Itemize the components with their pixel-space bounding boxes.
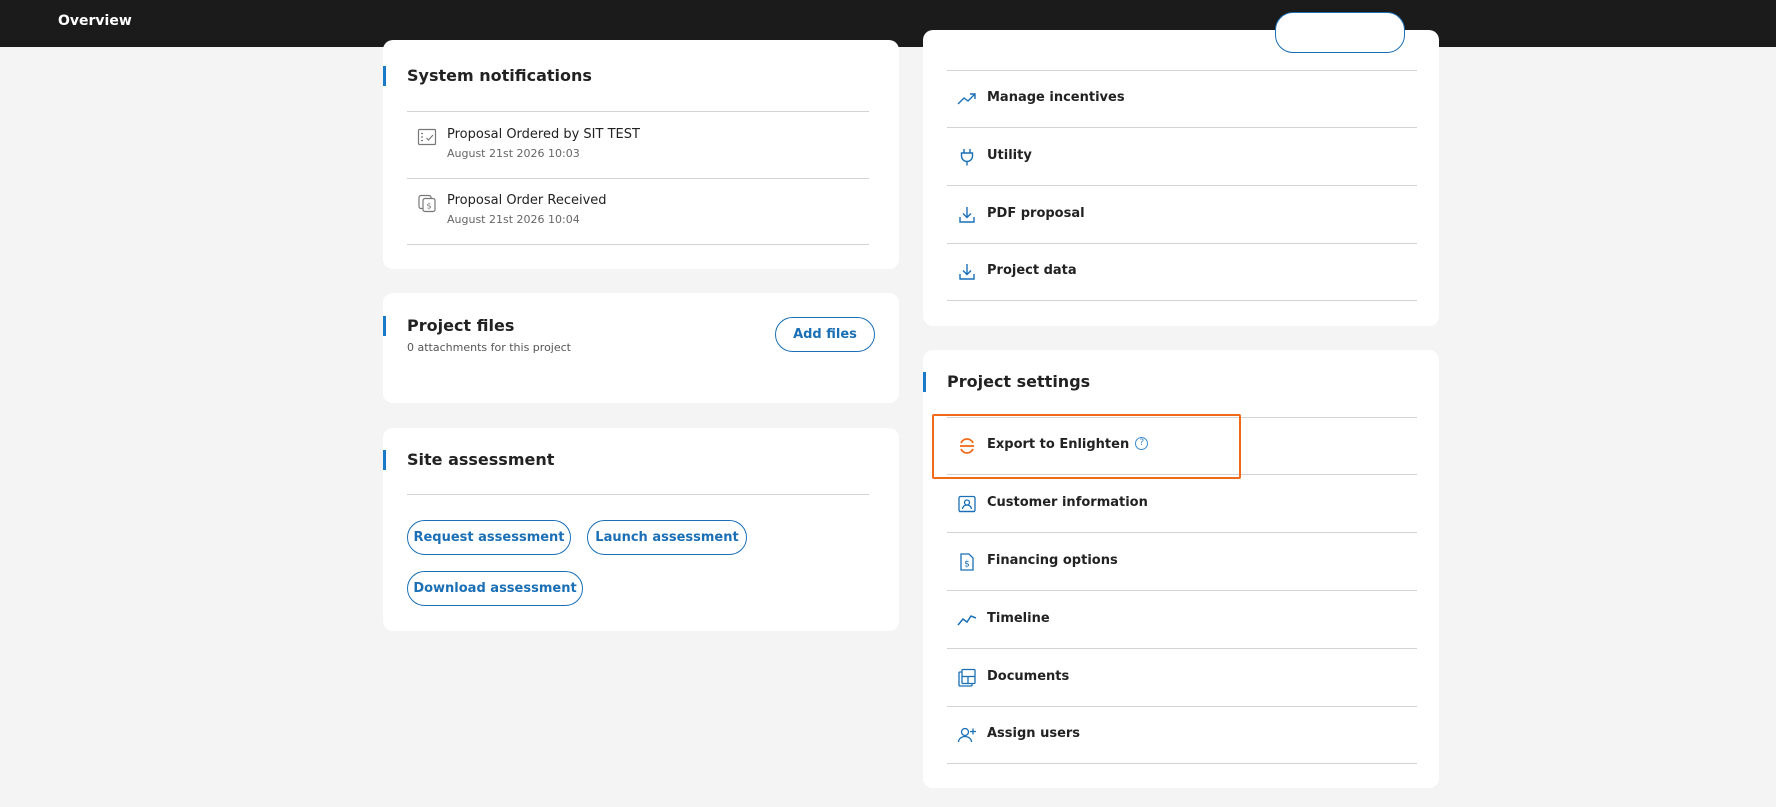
- partial-button[interactable]: [1275, 12, 1405, 53]
- financing-options-item[interactable]: $ Financing options: [947, 534, 1417, 591]
- notification-item[interactable]: Proposal Ordered by SIT TEST August 21st…: [407, 127, 869, 167]
- contact-card-icon: [957, 494, 977, 514]
- divider: [407, 244, 869, 245]
- timeline-icon: [957, 610, 977, 630]
- divider: [407, 111, 869, 112]
- pdf-proposal-item[interactable]: PDF proposal: [947, 187, 1417, 244]
- trend-up-icon: [957, 89, 977, 109]
- project-settings-title: Project settings: [922, 372, 1091, 392]
- item-label: Documents: [987, 669, 1070, 684]
- item-label: Project data: [987, 263, 1077, 278]
- notification-date: August 21st 2026 10:04: [447, 213, 580, 226]
- attachments-count: 0 attachments for this project: [407, 341, 571, 354]
- manage-incentives-item[interactable]: Manage incentives: [947, 71, 1417, 128]
- item-label: Customer information: [987, 495, 1148, 510]
- project-files-title: Project files: [382, 316, 515, 336]
- divider: [407, 494, 869, 495]
- plug-icon: [957, 147, 977, 167]
- site-assessment-title: Site assessment: [382, 450, 555, 470]
- notification-title: Proposal Order Received: [447, 193, 607, 208]
- divider: [407, 178, 869, 179]
- system-notifications-card: System notifications Proposal Ordered by…: [383, 40, 899, 269]
- notification-item[interactable]: $ Proposal Order Received August 21st 20…: [407, 193, 869, 233]
- documents-icon: [957, 668, 977, 688]
- item-label: Financing options: [987, 553, 1118, 568]
- notification-date: August 21st 2026 10:03: [447, 147, 580, 160]
- download-assessment-button[interactable]: Download assessment: [407, 571, 583, 606]
- request-assessment-button[interactable]: Request assessment: [407, 520, 571, 555]
- system-notifications-title: System notifications: [383, 66, 592, 86]
- item-label: Manage incentives: [987, 90, 1125, 105]
- customer-information-item[interactable]: Customer information: [947, 476, 1417, 533]
- add-files-button[interactable]: Add files: [775, 317, 875, 352]
- svg-text:$: $: [426, 202, 431, 211]
- checklist-icon: [417, 127, 437, 147]
- add-user-icon: [957, 725, 977, 745]
- item-label: PDF proposal: [987, 206, 1085, 221]
- site-assessment-card: Site assessment Request assessment Launc…: [382, 428, 899, 631]
- assign-users-item[interactable]: Assign users: [947, 707, 1417, 764]
- svg-text:$: $: [964, 560, 970, 570]
- project-files-card: Project files 0 attachments for this pro…: [382, 293, 899, 403]
- utility-item[interactable]: Utility: [947, 129, 1417, 186]
- document-dollar-icon: $: [417, 193, 437, 213]
- item-label: Timeline: [987, 611, 1050, 626]
- dollar-document-icon: $: [957, 552, 977, 572]
- documents-item[interactable]: Documents: [947, 650, 1417, 707]
- timeline-item[interactable]: Timeline: [947, 592, 1417, 649]
- proposal-actions-card: Manage incentives Utility PDF proposal P…: [923, 12, 1439, 326]
- project-data-item[interactable]: Project data: [947, 244, 1417, 301]
- download-icon: [957, 205, 977, 225]
- export-to-enlighten-highlight: [932, 414, 1241, 479]
- notification-title: Proposal Ordered by SIT TEST: [447, 127, 640, 142]
- launch-assessment-button[interactable]: Launch assessment: [587, 520, 747, 555]
- download-icon: [957, 262, 977, 282]
- item-label: Assign users: [987, 726, 1081, 741]
- page-title: Overview: [58, 13, 132, 29]
- item-label: Utility: [987, 148, 1032, 163]
